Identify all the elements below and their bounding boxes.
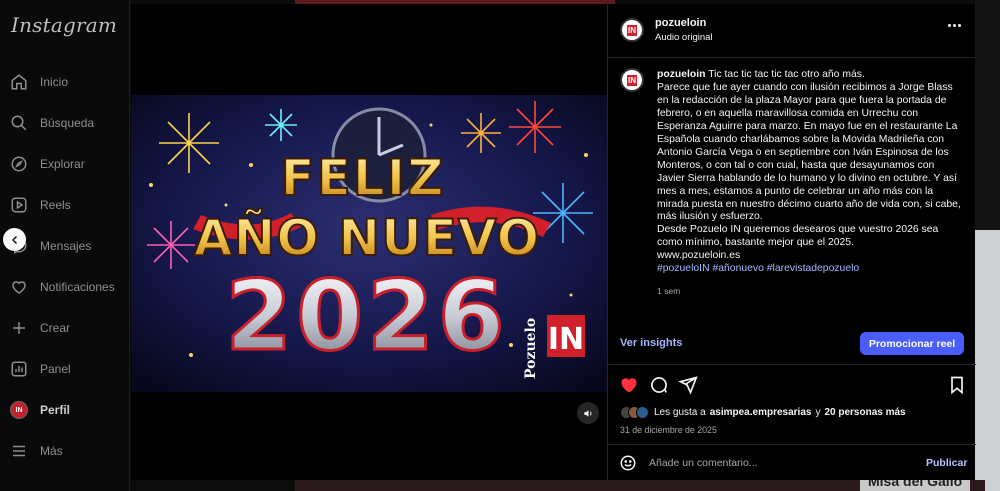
background-feed-item [975, 0, 1000, 230]
post-video[interactable]: FELIZ AÑO NUEVO 2026 Pozuelo IN [131, 95, 607, 392]
instagram-logo[interactable]: Instagram [11, 13, 117, 37]
author-username[interactable]: pozueloin [655, 17, 706, 29]
artwork-line-1: FELIZ [280, 149, 445, 207]
sidebar-item-perfil[interactable]: IN Perfil [10, 398, 128, 422]
author-avatar[interactable]: IN [620, 18, 644, 42]
sidebar-item-mas[interactable]: Más [10, 439, 128, 463]
chevron-left-icon [11, 235, 17, 244]
avatar: IN [10, 401, 28, 419]
sidebar-item-explorar[interactable]: Explorar [10, 152, 128, 176]
sidebar-item-label: Más [40, 444, 63, 458]
post-media[interactable]: FELIZ AÑO NUEVO 2026 Pozuelo IN [131, 4, 607, 480]
post-date: 31 de diciembre de 2025 [620, 425, 717, 435]
menu-icon [13, 445, 25, 457]
dashboard-icon [11, 361, 27, 377]
likes-connector: y [815, 406, 821, 418]
sidebar-item-label: Reels [40, 198, 71, 212]
sidebar-item-inicio[interactable]: Inicio [10, 70, 128, 94]
caption-line: Tic tac tic tac tic tac otro año más. [708, 69, 865, 80]
more-options-icon[interactable] [948, 24, 962, 28]
publish-comment-button[interactable]: Publicar [926, 457, 967, 469]
avatar-text: IN [15, 406, 23, 414]
sidebar-item-label: Búsqueda [40, 116, 95, 130]
instagram-post-modal-screen: Misa del Gallo Instagram Inicio Búsqueda… [0, 0, 1000, 491]
sidebar-item-label: Mensajes [40, 239, 92, 253]
likes-prefix: Les gusta a [654, 406, 706, 418]
avatar-text: IN [627, 24, 637, 36]
liker-avatars [620, 405, 649, 419]
sidebar-item-reels[interactable]: Reels [10, 193, 128, 217]
sidebar-item-busqueda[interactable]: Búsqueda [10, 111, 128, 135]
promote-reel-button[interactable]: Promocionar reel [860, 332, 964, 355]
sidebar-item-label: Perfil [40, 403, 71, 417]
sidebar-item-label: Crear [40, 321, 71, 335]
caption-time: 1 sem [657, 286, 681, 296]
likes-summary[interactable]: Les gusta a asimpea.empresarias y 20 per… [620, 405, 906, 419]
brand-badge-text: IN [548, 322, 584, 357]
likes-user[interactable]: asimpea.empresarias [710, 407, 812, 418]
speaker-icon [583, 409, 591, 417]
caption-username[interactable]: pozueloin [657, 69, 705, 80]
mute-button[interactable] [577, 402, 599, 424]
sidebar-item-panel[interactable]: Panel [10, 357, 128, 381]
caption-hashtags[interactable]: #pozueloIN #añonuevo #larevistadepozuelo [657, 263, 859, 274]
sidebar-item-mensajes[interactable]: Mensajes [10, 234, 128, 258]
avatar-text: IN [627, 74, 637, 86]
audio-link[interactable]: Audio original [655, 32, 713, 43]
brand-vertical-text: Pozuelo [523, 318, 539, 379]
artwork-line-2: AÑO NUEVO [194, 208, 540, 267]
caption-line: Parece que fue ayer cuando con ilusión r… [657, 81, 961, 223]
new-year-artwork: FELIZ AÑO NUEVO 2026 Pozuelo IN [131, 95, 607, 392]
post-header: IN pozueloin Audio original [608, 4, 976, 58]
comment-bar: Publicar [608, 444, 976, 480]
comment-icon[interactable] [649, 375, 669, 395]
liked-heart-icon[interactable] [619, 375, 639, 395]
caption-avatar[interactable]: IN [620, 68, 644, 92]
background-feed-item [975, 230, 1000, 491]
previous-post-button[interactable] [3, 228, 26, 251]
share-icon[interactable] [678, 375, 698, 395]
heart-icon [12, 281, 26, 294]
comment-input[interactable] [649, 454, 879, 472]
view-insights-link[interactable]: Ver insights [620, 337, 682, 349]
caption-link[interactable]: www.pozueloin.es [657, 250, 740, 261]
search-icon [11, 115, 27, 131]
post-caption: pozueloin Tic tac tic tac tic tac otro a… [657, 69, 963, 276]
sidebar-item-crear[interactable]: Crear [10, 316, 128, 340]
compass-icon [11, 156, 27, 172]
sidebar-item-label: Notificaciones [40, 280, 115, 294]
emoji-icon[interactable] [619, 454, 637, 472]
sidebar-item-label: Inicio [40, 75, 69, 89]
sidebar-item-notificaciones[interactable]: Notificaciones [10, 275, 128, 299]
sidebar-item-label: Panel [40, 362, 71, 376]
artwork-line-3: 2026 [225, 260, 508, 372]
post-details-panel: IN pozueloin Audio original IN pozueloin… [607, 4, 976, 480]
caption-line: Desde Pozuelo IN queremos desearos que v… [657, 224, 939, 249]
reels-icon [11, 197, 27, 213]
plus-icon [13, 322, 25, 334]
sidebar-item-label: Explorar [40, 157, 85, 171]
likes-others[interactable]: 20 personas más [824, 407, 905, 418]
save-bookmark-icon[interactable] [947, 375, 967, 395]
home-icon [11, 74, 27, 90]
